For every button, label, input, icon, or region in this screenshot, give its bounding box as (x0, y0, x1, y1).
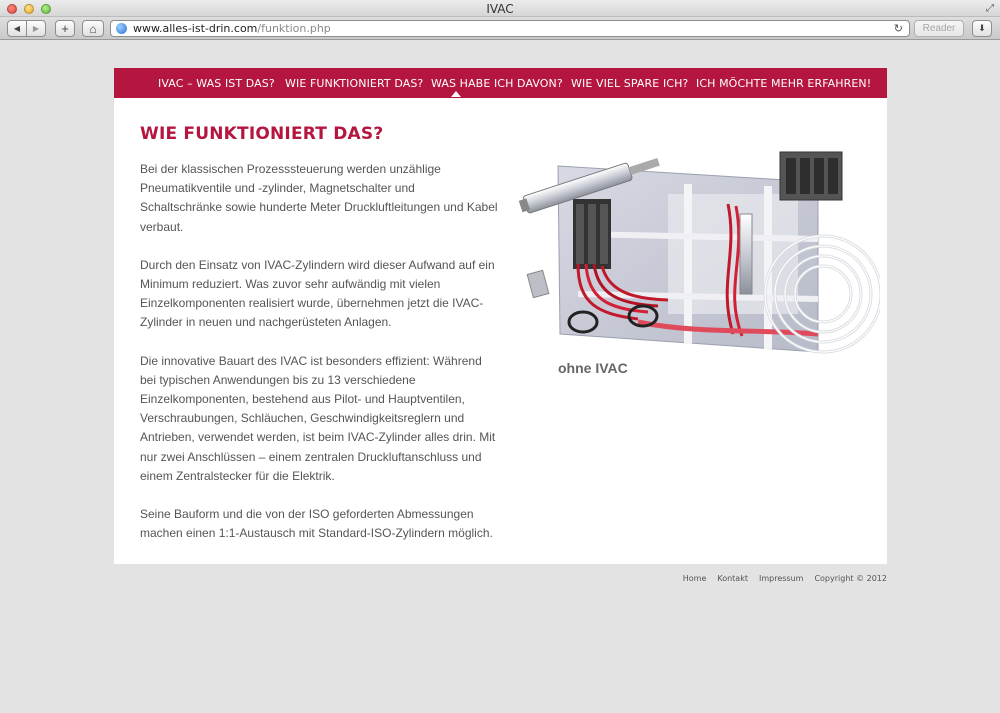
paragraph: Die innovative Bauart des IVAC ist beson… (140, 353, 496, 483)
forward-arrow-icon: ▶ (32, 24, 40, 33)
add-bookmark-button[interactable]: + (55, 20, 75, 37)
figure-caption: ohne IVAC (558, 360, 628, 376)
reload-icon[interactable]: ↻ (894, 22, 903, 35)
web-page: IVAC – WAS IST DAS? WIE FUNKTIONIERT DAS… (0, 41, 1000, 713)
window-title: IVAC (486, 2, 514, 16)
footer-link-imprint[interactable]: Impressum (759, 574, 803, 583)
reader-button[interactable]: Reader (914, 20, 964, 37)
globe-icon (116, 23, 127, 34)
paragraph: Durch den Einsatz von IVAC-Zylindern wir… (140, 257, 495, 330)
url-path: /funktion.php (257, 22, 331, 35)
text-column: Bei der klassischen Prozesssteuerung wer… (140, 160, 500, 562)
nav-item-wie-funktioniert-das[interactable]: WIE FUNKTIONIERT DAS? (285, 77, 423, 90)
download-icon: ⬇ (978, 23, 986, 33)
nav-item-was-habe-ich-davon[interactable]: WAS HABE ICH DAVON? (431, 77, 563, 90)
downloads-button[interactable]: ⬇ (972, 20, 992, 37)
home-button[interactable]: ⌂ (82, 20, 104, 37)
footer: Home Kontakt Impressum Copyright © 2012 (683, 574, 887, 583)
footer-link-contact[interactable]: Kontakt (717, 574, 748, 583)
fullscreen-icon[interactable]: ⤢ (986, 3, 994, 14)
footer-copyright: Copyright © 2012 (814, 574, 887, 583)
main-navigation: IVAC – WAS IST DAS? WIE FUNKTIONIERT DAS… (114, 68, 887, 98)
content-panel: WIE FUNKTIONIERT DAS? Bei der klassische… (114, 98, 887, 564)
address-bar[interactable]: www.alles-ist-drin.com/funktion.php ↻ (110, 20, 910, 37)
back-arrow-icon: ◀ (13, 24, 21, 33)
active-nav-indicator (451, 91, 461, 97)
nav-item-mehr-erfahren[interactable]: ICH MÖCHTE MEHR ERFAHREN! (696, 77, 871, 90)
machine-illustration (518, 151, 880, 354)
nav-item-was-ist-das[interactable]: IVAC – WAS IST DAS? (158, 77, 275, 90)
browser-toolbar: ◀ ▶ + ⌂ www.alles-ist-drin.com/funktion.… (0, 17, 1000, 40)
back-button[interactable]: ◀ (7, 20, 27, 37)
plus-icon: + (61, 21, 69, 36)
home-icon: ⌂ (89, 21, 97, 36)
url-host: www.alles-ist-drin.com (133, 22, 258, 35)
page-title: WIE FUNKTIONIERT DAS? (140, 124, 384, 144)
window-titlebar: IVAC ⤢ (0, 0, 1000, 17)
forward-button[interactable]: ▶ (26, 20, 46, 37)
footer-link-home[interactable]: Home (683, 574, 707, 583)
nav-item-wie-viel-spare-ich[interactable]: WIE VIEL SPARE ICH? (571, 77, 688, 90)
paragraph: Seine Bauform und die von der ISO geford… (140, 507, 493, 541)
paragraph: Bei der klassischen Prozesssteuerung wer… (140, 162, 498, 234)
